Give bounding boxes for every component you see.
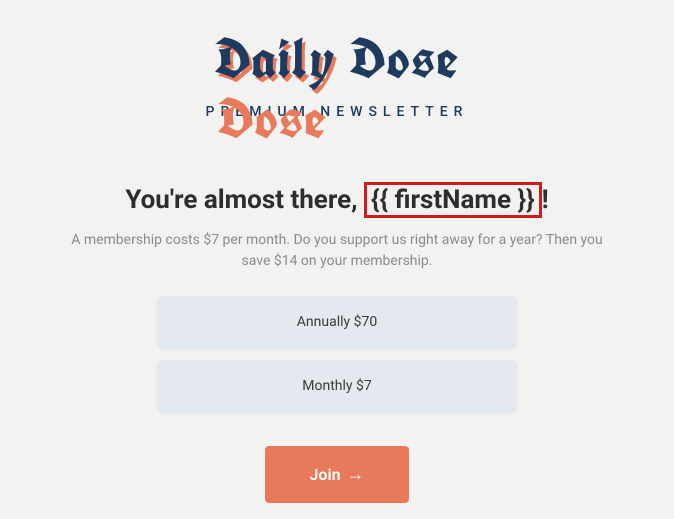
brand-logo: Daily Dose Daily Dose: [215, 30, 459, 86]
join-button-label: Join: [309, 465, 340, 484]
template-placeholder: {{ firstName }}: [364, 182, 542, 218]
headline: You're almost there, {{ firstName }}!: [125, 182, 548, 218]
plan-options: Annually $70 Monthly $7: [157, 296, 517, 412]
arrow-right-icon: →: [347, 464, 365, 485]
brand-logo-text: Daily Dose: [215, 30, 459, 86]
description-text: A membership costs $7 per month. Do you …: [57, 230, 617, 272]
join-button[interactable]: Join →: [265, 446, 408, 503]
headline-prefix: You're almost there,: [125, 185, 364, 215]
plan-monthly-button[interactable]: Monthly $7: [157, 360, 517, 412]
plan-annual-button[interactable]: Annually $70: [157, 296, 517, 348]
headline-suffix: !: [542, 185, 549, 215]
